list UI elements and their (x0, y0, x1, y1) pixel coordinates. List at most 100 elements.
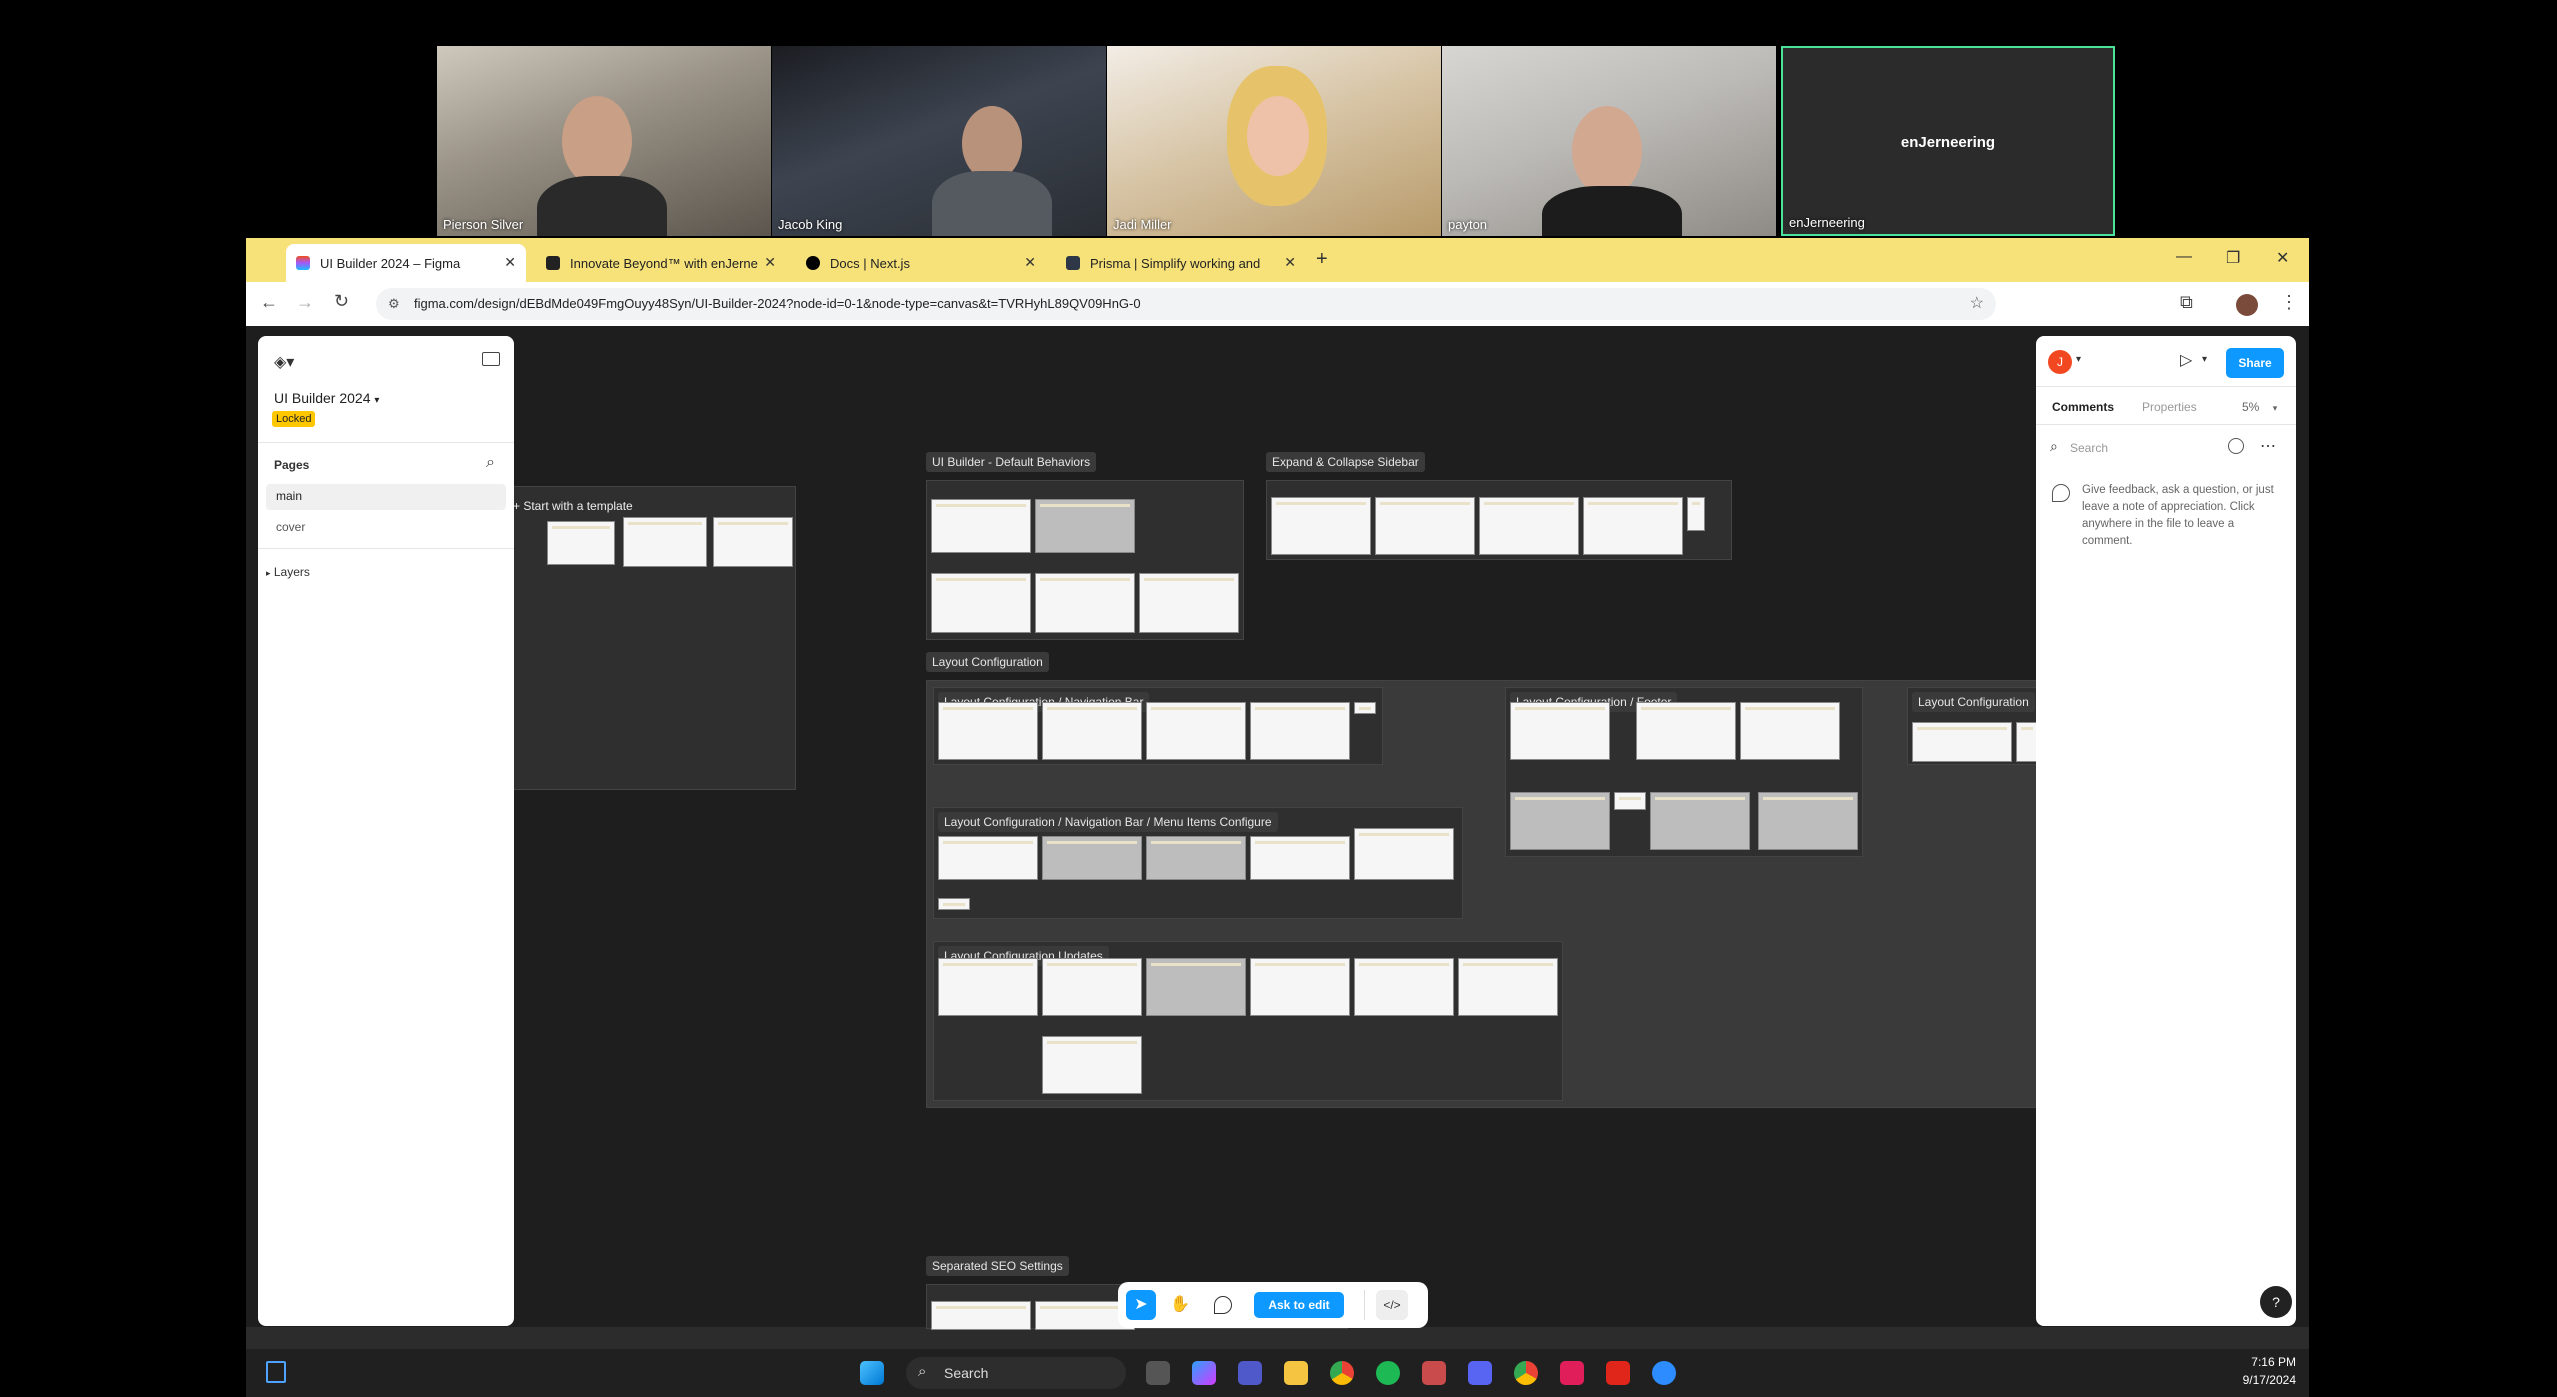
frame-thumbnail[interactable] (1650, 792, 1750, 850)
nav-bar-section[interactable]: Layout Configuration / Navigation Bar (933, 687, 1383, 765)
template-thumbnail[interactable] (547, 521, 615, 565)
acrobat-icon[interactable] (1606, 1361, 1630, 1385)
clock-date[interactable]: 9/17/2024 (2206, 1373, 2296, 1387)
frame-thumbnail[interactable] (1614, 792, 1646, 810)
section-label[interactable]: UI Builder - Default Behaviors (926, 452, 1097, 472)
close-tab-icon[interactable]: ✕ (1284, 254, 1296, 271)
hand-tool-icon[interactable]: ✋ (1170, 1294, 1190, 1314)
chrome-icon[interactable] (1330, 1361, 1354, 1385)
frame-thumbnail[interactable] (1375, 497, 1475, 555)
copilot-icon[interactable] (1192, 1361, 1216, 1385)
frame-thumbnail[interactable] (931, 1301, 1031, 1330)
frame-thumbnail[interactable] (1510, 702, 1610, 760)
frame-thumbnail[interactable] (1510, 792, 1610, 850)
participant-tile-active[interactable]: enJerneering enJerneering (1781, 46, 2115, 236)
frame-thumbnail[interactable] (938, 836, 1038, 880)
tab-prisma[interactable]: Prisma | Simplify working and ✕ (1056, 244, 1306, 282)
layers-header[interactable]: ▸ Layers (266, 565, 310, 579)
frame-thumbnail[interactable] (1042, 836, 1142, 880)
reload-icon[interactable]: ↻ (334, 291, 349, 312)
profile-avatar[interactable] (2236, 294, 2258, 316)
chevron-down-icon[interactable]: ▾ (2076, 354, 2081, 365)
menu-items-section[interactable]: Layout Configuration / Navigation Bar / … (933, 807, 1463, 919)
close-window-button[interactable]: ✕ (2276, 248, 2289, 268)
dev-mode-icon[interactable]: </> (1376, 1290, 1408, 1320)
frame-thumbnail[interactable] (1271, 497, 1371, 555)
updates-section[interactable]: Layout Configuration Updates (933, 941, 1563, 1101)
search-icon[interactable]: ⌕ (486, 454, 495, 472)
url-input[interactable]: ⚙ figma.com/design/dEBdMde049FmgOuyy48Sy… (376, 288, 1996, 320)
frame-thumbnail[interactable] (938, 958, 1038, 1016)
move-tool-icon[interactable]: ➤ (1126, 1290, 1156, 1320)
tab-innovate[interactable]: Innovate Beyond™ with enJerne ✕ (536, 244, 786, 282)
template-section[interactable]: + Start with a template (506, 486, 796, 790)
file-name[interactable]: UI Builder 2024 ▾ (274, 390, 379, 406)
forward-arrow-icon[interactable]: → (296, 292, 314, 313)
frame-thumbnail[interactable] (1146, 958, 1246, 1016)
frame-thumbnail[interactable] (931, 573, 1031, 633)
taskbar-search[interactable]: ⌕ Search (906, 1357, 1126, 1389)
frame-thumbnail[interactable] (1687, 497, 1705, 531)
default-behaviors-section[interactable] (926, 480, 1244, 640)
pages-header[interactable]: Pages (274, 458, 309, 472)
frame-thumbnail[interactable] (938, 898, 970, 910)
participant-tile[interactable]: Pierson Silver (437, 46, 771, 236)
bookmark-star-icon[interactable]: ☆ (1970, 288, 1984, 320)
frame-thumbnail[interactable] (1042, 958, 1142, 1016)
task-view-icon[interactable] (1146, 1361, 1170, 1385)
tab-comments[interactable]: Comments (2052, 400, 2114, 414)
back-arrow-icon[interactable]: ← (260, 292, 278, 313)
participant-tile[interactable]: payton (1442, 46, 1776, 236)
frame-thumbnail[interactable] (1139, 573, 1239, 633)
template-thumbnail[interactable] (623, 517, 707, 567)
new-tab-button[interactable]: + (1316, 248, 1328, 271)
teams-icon[interactable] (1238, 1361, 1262, 1385)
frame-thumbnail[interactable] (1740, 702, 1840, 760)
footer-section[interactable]: Layout Configuration / Footer (1505, 687, 1863, 857)
help-button[interactable]: ? (2260, 1286, 2292, 1318)
zoom-icon[interactable] (1652, 1361, 1676, 1385)
section-label[interactable]: Expand & Collapse Sidebar (1266, 452, 1425, 472)
frame-thumbnail[interactable] (1583, 497, 1683, 555)
page-item-cover[interactable]: cover (276, 520, 305, 534)
comment-search-input[interactable]: ⌕ Search (2048, 436, 2218, 460)
participant-tile[interactable]: Jadi Miller (1107, 46, 1441, 236)
frame-thumbnail[interactable] (1146, 702, 1246, 760)
close-tab-icon[interactable]: ✕ (764, 254, 776, 271)
spotify-icon[interactable] (1376, 1361, 1400, 1385)
app-icon[interactable] (1422, 1361, 1446, 1385)
frame-thumbnail[interactable] (1146, 836, 1246, 880)
close-tab-icon[interactable]: ✕ (1024, 254, 1036, 271)
frame-thumbnail[interactable] (1250, 958, 1350, 1016)
figma-menu-icon[interactable]: ◈▾ (274, 352, 294, 372)
frame-thumbnail[interactable] (1042, 702, 1142, 760)
layout-config-extra-section[interactable]: Layout Configuration (1907, 687, 2038, 765)
close-tab-icon[interactable]: ✕ (504, 254, 516, 271)
frame-thumbnail[interactable] (1250, 702, 1350, 760)
discord-icon[interactable] (1468, 1361, 1492, 1385)
section-label[interactable]: Layout Configuration (1912, 692, 2035, 712)
frame-thumbnail[interactable] (1636, 702, 1736, 760)
comment-tool-icon[interactable] (1214, 1296, 1232, 1314)
frame-thumbnail[interactable] (1035, 499, 1135, 553)
figma-canvas[interactable]: + Start with a template UI Builder - Def… (246, 326, 2309, 1330)
present-play-icon[interactable]: ▷ (2180, 350, 2192, 370)
site-info-icon[interactable]: ⚙ (388, 288, 400, 320)
frame-thumbnail[interactable] (1354, 702, 1376, 714)
share-button[interactable]: Share (2226, 348, 2284, 378)
extensions-icon[interactable]: ⧉ (2180, 292, 2193, 313)
frame-thumbnail[interactable] (1354, 958, 1454, 1016)
frame-thumbnail[interactable] (931, 499, 1031, 553)
panel-toggle-icon[interactable] (482, 352, 500, 366)
frame-thumbnail[interactable] (2016, 722, 2038, 762)
slack-icon[interactable] (1560, 1361, 1584, 1385)
user-avatar[interactable]: J (2048, 350, 2072, 374)
frame-thumbnail[interactable] (1458, 958, 1558, 1016)
frame-thumbnail[interactable] (1354, 828, 1454, 880)
more-options-icon[interactable]: ⋯ (2260, 436, 2276, 456)
layout-config-section[interactable]: Layout Configuration / Navigation Bar La… (926, 680, 2038, 1108)
chevron-down-icon[interactable]: ▾ (2202, 354, 2207, 365)
expand-collapse-section[interactable] (1266, 480, 1732, 560)
frame-thumbnail[interactable] (1479, 497, 1579, 555)
frame-thumbnail[interactable] (1758, 792, 1858, 850)
